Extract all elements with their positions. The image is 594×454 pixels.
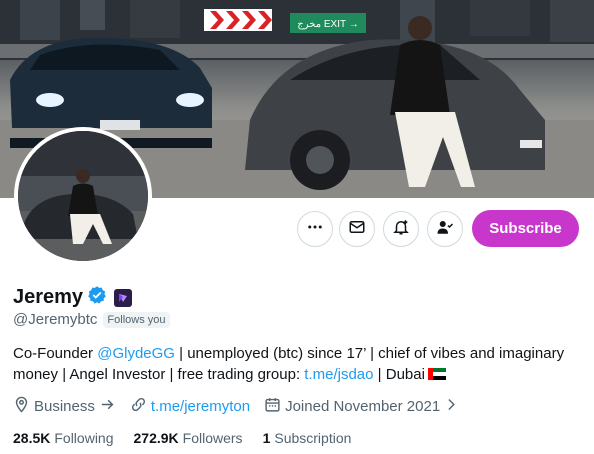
person-check-icon bbox=[436, 218, 454, 241]
chevron-right-icon bbox=[444, 396, 458, 417]
profile-stats: 28.5K Following 272.9K Followers 1 Subsc… bbox=[13, 430, 371, 446]
location-pin-icon bbox=[13, 396, 30, 417]
joined-date: Joined November 2021 bbox=[285, 398, 441, 415]
name-row: Jeremy bbox=[13, 285, 133, 310]
website-item[interactable]: t.me/jeremyton bbox=[130, 396, 250, 417]
message-button[interactable] bbox=[339, 211, 375, 247]
followers-count: 272.9K bbox=[133, 430, 179, 446]
bio-text-3: | Dubai bbox=[373, 366, 425, 383]
followers-stat[interactable]: 272.9K Followers bbox=[134, 430, 243, 446]
verified-badge-icon[interactable] bbox=[87, 285, 107, 310]
followers-label: Followers bbox=[182, 430, 243, 446]
uae-flag-icon bbox=[427, 365, 446, 380]
following-count: 28.5K bbox=[13, 430, 51, 446]
subscriptions-stat[interactable]: 1 Subscription bbox=[263, 430, 352, 446]
following-label: Following bbox=[54, 430, 114, 446]
bio: Co-Founder @GlydeGG | unemployed (btc) s… bbox=[13, 343, 583, 385]
arrow-right-icon bbox=[99, 396, 116, 417]
affiliate-badge-icon[interactable] bbox=[114, 288, 133, 307]
profile-meta: Business t.me/jeremyton Joined November … bbox=[13, 396, 472, 417]
envelope-icon bbox=[348, 218, 366, 241]
following-button[interactable] bbox=[427, 211, 463, 247]
bio-text-1: Co-Founder bbox=[13, 345, 98, 362]
bio-telegram-link[interactable]: t.me/jsdao bbox=[304, 366, 373, 383]
link-icon bbox=[130, 396, 147, 417]
following-stat[interactable]: 28.5K Following bbox=[13, 430, 114, 446]
notifications-button[interactable] bbox=[383, 211, 419, 247]
handle: @Jeremybtc bbox=[13, 311, 98, 328]
category-label: Business bbox=[34, 398, 95, 415]
display-name: Jeremy bbox=[13, 286, 84, 308]
bell-plus-icon bbox=[392, 218, 410, 241]
subscriptions-label: Subscription bbox=[274, 430, 352, 446]
handle-row: @Jeremybtc Follows you bbox=[13, 311, 170, 328]
avatar[interactable] bbox=[14, 127, 152, 265]
website-link[interactable]: t.me/jeremyton bbox=[151, 398, 250, 415]
category-item[interactable]: Business bbox=[13, 396, 116, 417]
follows-you-badge: Follows you bbox=[103, 311, 170, 328]
subscriptions-count: 1 bbox=[262, 430, 271, 446]
exit-sign-text: مخرج EXIT → bbox=[297, 19, 358, 30]
subscribe-button[interactable]: Subscribe bbox=[472, 210, 579, 247]
more-options-button[interactable] bbox=[297, 211, 333, 247]
joined-item[interactable]: Joined November 2021 bbox=[264, 396, 458, 417]
calendar-icon bbox=[264, 396, 281, 417]
bio-mention-link[interactable]: @GlydeGG bbox=[97, 345, 175, 362]
more-icon bbox=[306, 218, 324, 241]
